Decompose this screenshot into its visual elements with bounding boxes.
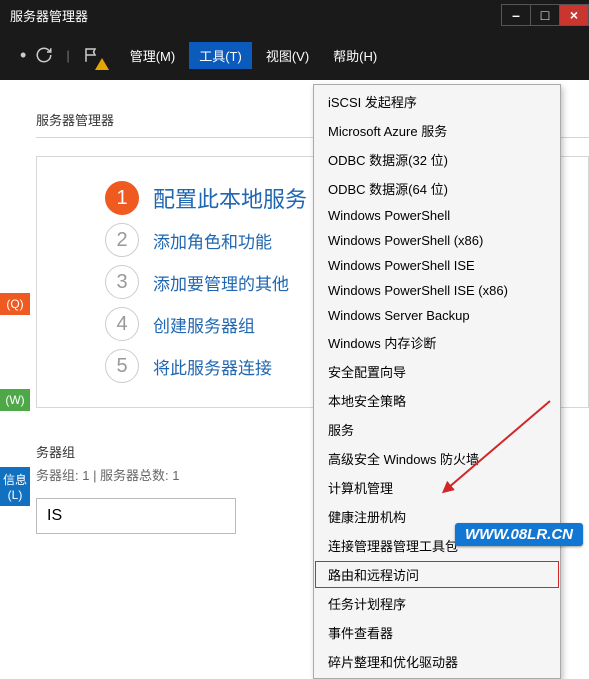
step-label: 添加要管理的其他	[153, 270, 289, 295]
sidebar-chip-q[interactable]: (Q)	[0, 293, 30, 315]
tools-menu-item[interactable]: 事件查看器	[314, 618, 560, 647]
iis-tile[interactable]: IS	[36, 498, 236, 534]
step-number: 4	[105, 307, 139, 341]
tools-menu-item[interactable]: Windows PowerShell ISE (x86)	[314, 278, 560, 303]
tools-menu-item[interactable]: 任务计划程序	[314, 589, 560, 618]
tools-menu-item[interactable]: ODBC 数据源(32 位)	[314, 145, 560, 174]
tools-menu-item[interactable]: 本地安全策略	[314, 386, 560, 415]
menu-tools[interactable]: 工具(T)	[189, 42, 252, 69]
notifications-icon[interactable]	[78, 41, 106, 69]
step-label: 配置此本地服务	[153, 182, 307, 214]
step-number: 2	[105, 223, 139, 257]
watermark: WWW.08LR.CN	[455, 523, 583, 546]
sidebar-chip-info[interactable]: 信息(L)	[0, 467, 30, 506]
step-label: 添加角色和功能	[153, 228, 272, 253]
tools-menu-item[interactable]: 服务	[314, 415, 560, 444]
window-buttons: – □ ×	[502, 4, 589, 26]
menubar: • | 管理(M) 工具(T) 视图(V) 帮助(H)	[0, 30, 589, 80]
sidebar-chip-w[interactable]: (W)	[0, 389, 30, 411]
breadcrumb-bullet: •	[20, 45, 26, 66]
step-number: 5	[105, 349, 139, 383]
menu-manage[interactable]: 管理(M)	[120, 42, 186, 69]
window-titlebar: 服务器管理器 – □ ×	[0, 0, 589, 30]
menu-view[interactable]: 视图(V)	[256, 42, 319, 69]
tools-menu-item[interactable]: iSCSI 发起程序	[314, 87, 560, 116]
maximize-button[interactable]: □	[530, 4, 560, 26]
minimize-button[interactable]: –	[501, 4, 531, 26]
tools-menu-item[interactable]: 路由和远程访问	[314, 560, 560, 589]
step-label: 创建服务器组	[153, 312, 255, 337]
close-button[interactable]: ×	[559, 4, 589, 26]
menu-help[interactable]: 帮助(H)	[323, 42, 387, 69]
tools-menu-item[interactable]: 安全配置向导	[314, 357, 560, 386]
refresh-icon[interactable]	[30, 41, 58, 69]
tools-menu-item[interactable]: Windows PowerShell ISE	[314, 253, 560, 278]
tools-menu-item[interactable]: 计算机管理	[314, 473, 560, 502]
step-number: 3	[105, 265, 139, 299]
tools-menu-item[interactable]: 碎片整理和优化驱动器	[314, 647, 560, 676]
tools-menu-item[interactable]: ODBC 数据源(64 位)	[314, 174, 560, 203]
tools-menu-item[interactable]: 高级安全 Windows 防火墙	[314, 444, 560, 473]
tools-dropdown: iSCSI 发起程序Microsoft Azure 服务ODBC 数据源(32 …	[313, 84, 561, 679]
step-number: 1	[105, 181, 139, 215]
tools-menu-item[interactable]: Microsoft Azure 服务	[314, 116, 560, 145]
window-title: 服务器管理器	[10, 6, 502, 25]
tools-menu-item[interactable]: Windows Server Backup	[314, 303, 560, 328]
tools-menu-item[interactable]: Windows 内存诊断	[314, 328, 560, 357]
tools-menu-item[interactable]: Windows PowerShell	[314, 203, 560, 228]
tools-menu-item[interactable]: Windows PowerShell (x86)	[314, 228, 560, 253]
separator: |	[66, 48, 69, 63]
step-label: 将此服务器连接	[153, 354, 272, 379]
warning-badge-icon	[95, 58, 109, 70]
sidebar: (Q) (W) 信息(L)	[0, 80, 36, 552]
